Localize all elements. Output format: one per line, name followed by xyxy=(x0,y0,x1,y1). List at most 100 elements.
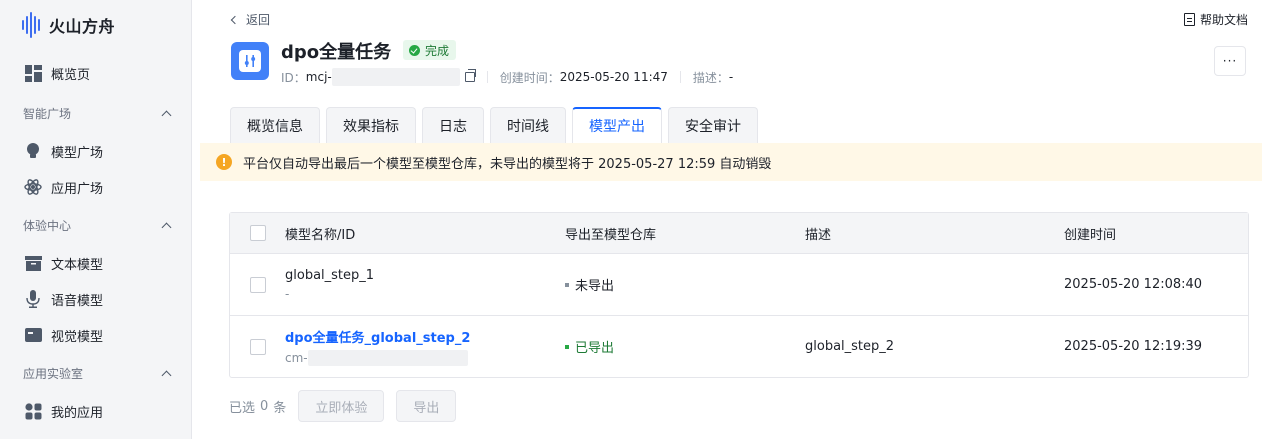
status-dot-icon xyxy=(565,344,569,349)
try-now-button[interactable]: 立即体验 xyxy=(298,390,385,422)
back-link[interactable]: 返回 xyxy=(230,11,271,28)
task-meta: ID： mcj- 创建时间： 2025-05-20 11:47 描述： - xyxy=(281,68,733,86)
atom-icon xyxy=(24,178,42,196)
sidebar-item-label: 视觉模型 xyxy=(51,329,104,345)
help-label: 帮助文档 xyxy=(1199,13,1248,27)
divider xyxy=(679,71,681,83)
table-row: global_step_1 - 未导出 2025-05-20 12:08:40 xyxy=(230,253,1248,315)
logo[interactable]: 火山方舟 xyxy=(22,10,115,40)
lightbulb-icon xyxy=(24,142,42,160)
sidebar-group-label: 体验中心 xyxy=(23,218,72,233)
main-content: 返回 帮助文档 ··· dpo全量任务 完成 ID： mcj- 创建时间： 20… xyxy=(200,0,1262,439)
id-redacted xyxy=(307,350,468,366)
created-value: 2025-05-20 11:47 xyxy=(559,70,668,84)
dashboard-icon xyxy=(24,64,42,82)
created-time: 2025-05-20 12:19:39 xyxy=(1064,339,1203,354)
app-window: 火山方舟 概览页 智能广场 模型广场 应用广场 体验中心 文本模型 语音模型 视… xyxy=(0,0,1262,439)
sidebar-item-voice-model[interactable]: 语音模型 xyxy=(0,284,190,314)
created-time: 2025-05-20 12:08:40 xyxy=(1064,277,1203,292)
sidebar-item-label: 我的应用 xyxy=(51,405,104,421)
selected-count: 0 xyxy=(260,398,269,414)
divider xyxy=(486,71,488,83)
sidebar-item-overview[interactable]: 概览页 xyxy=(0,58,190,88)
apps-grid-icon xyxy=(24,402,42,420)
warning-alert: ! 平台仅自动导出最后一个模型至模型仓库，未导出的模型将于 2025-05-27… xyxy=(200,143,1262,181)
sidebar-item-text-model[interactable]: 文本模型 xyxy=(0,248,190,278)
chevron-up-icon xyxy=(161,222,172,232)
id-label: ID： xyxy=(281,70,306,85)
back-label: 返回 xyxy=(246,13,271,27)
volcano-logo-icon xyxy=(22,12,40,38)
check-circle-icon xyxy=(409,44,420,56)
sidebar-group-label: 应用实验室 xyxy=(23,366,84,381)
tab-bar: 概览信息 效果指标 日志 时间线 模型产出 安全审计 xyxy=(230,107,758,143)
id-redacted xyxy=(331,68,460,86)
tab-metrics[interactable]: 效果指标 xyxy=(326,107,416,143)
select-all-checkbox[interactable] xyxy=(250,225,266,241)
sidebar: 火山方舟 概览页 智能广场 模型广场 应用广场 体验中心 文本模型 语音模型 视… xyxy=(0,0,192,439)
sidebar-item-label: 应用广场 xyxy=(51,181,104,197)
export-status: 已导出 xyxy=(565,337,614,356)
model-id: - xyxy=(285,287,290,301)
model-desc: global_step_2 xyxy=(805,339,895,354)
export-status-label: 未导出 xyxy=(575,279,615,294)
sidebar-item-my-apps[interactable]: 我的应用 xyxy=(0,396,190,426)
column-header: 创建时间 xyxy=(1064,227,1117,243)
sidebar-item-label: 概览页 xyxy=(51,67,91,83)
model-output-table: 模型名称/ID 导出至模型仓库 描述 创建时间 global_step_1 - … xyxy=(229,212,1249,378)
sidebar-group-app-lab[interactable]: 应用实验室 xyxy=(0,361,190,385)
copy-icon[interactable] xyxy=(464,69,476,82)
sidebar-group-smart-square[interactable]: 智能广场 xyxy=(0,101,190,125)
sidebar-item-label: 文本模型 xyxy=(51,257,104,273)
more-actions-button[interactable]: ··· xyxy=(1214,46,1246,76)
export-status: 未导出 xyxy=(565,275,614,294)
row-checkbox[interactable] xyxy=(250,338,266,355)
id-value: mcj- xyxy=(305,70,332,84)
logo-text: 火山方舟 xyxy=(49,17,116,36)
chevron-up-icon xyxy=(161,370,172,380)
alert-text: 平台仅自动导出最后一个模型至模型仓库，未导出的模型将于 2025-05-27 1… xyxy=(243,156,772,172)
sidebar-item-label: 模型广场 xyxy=(51,145,104,161)
tab-model-output[interactable]: 模型产出 xyxy=(572,107,662,143)
row-checkbox[interactable] xyxy=(250,276,266,293)
status-label: 完成 xyxy=(425,43,450,58)
column-header: 模型名称/ID xyxy=(285,227,356,243)
chevron-up-icon xyxy=(161,110,172,120)
export-button[interactable]: 导出 xyxy=(396,390,457,422)
page-title: dpo全量任务 xyxy=(281,42,392,63)
task-icon xyxy=(231,42,269,80)
sidebar-item-model-square[interactable]: 模型广场 xyxy=(0,136,190,166)
tab-security-audit[interactable]: 安全审计 xyxy=(668,107,758,143)
document-icon xyxy=(1183,13,1195,26)
archive-box-icon xyxy=(24,254,42,272)
sidebar-group-label: 智能广场 xyxy=(23,106,72,121)
selected-prefix: 已选 xyxy=(229,400,256,416)
export-status-label: 已导出 xyxy=(575,341,615,356)
column-header: 导出至模型仓库 xyxy=(565,227,657,243)
microphone-icon xyxy=(24,290,42,308)
chevron-left-icon xyxy=(230,15,240,24)
help-docs-link[interactable]: 帮助文档 xyxy=(1183,11,1248,28)
model-name-link[interactable]: dpo全量任务_global_step_2 xyxy=(285,327,470,346)
status-dot-icon xyxy=(565,282,569,287)
status-badge: 完成 xyxy=(403,40,457,60)
tab-overview[interactable]: 概览信息 xyxy=(230,107,320,143)
model-name: global_step_1 xyxy=(285,268,375,283)
model-id: cm- xyxy=(285,351,308,365)
created-label: 创建时间： xyxy=(499,70,560,85)
image-icon xyxy=(24,326,42,344)
tab-logs[interactable]: 日志 xyxy=(422,107,484,143)
sidebar-item-label: 语音模型 xyxy=(51,293,104,309)
sidebar-group-experience-center[interactable]: 体验中心 xyxy=(0,213,190,237)
table-header: 模型名称/ID 导出至模型仓库 描述 创建时间 xyxy=(230,213,1248,253)
desc-label: 描述： xyxy=(692,70,729,85)
sidebar-item-app-square[interactable]: 应用广场 xyxy=(0,172,190,202)
warning-icon: ! xyxy=(216,154,232,170)
column-header: 描述 xyxy=(805,227,832,243)
tab-timeline[interactable]: 时间线 xyxy=(490,107,566,143)
desc-value: - xyxy=(728,70,734,84)
selected-suffix: 条 xyxy=(273,400,287,416)
table-footer: 已选 0 条 立即体验 导出 xyxy=(229,390,457,422)
table-row: dpo全量任务_global_step_2 cm- 已导出 global_ste… xyxy=(230,315,1248,377)
sidebar-item-vision-model[interactable]: 视觉模型 xyxy=(0,320,190,350)
